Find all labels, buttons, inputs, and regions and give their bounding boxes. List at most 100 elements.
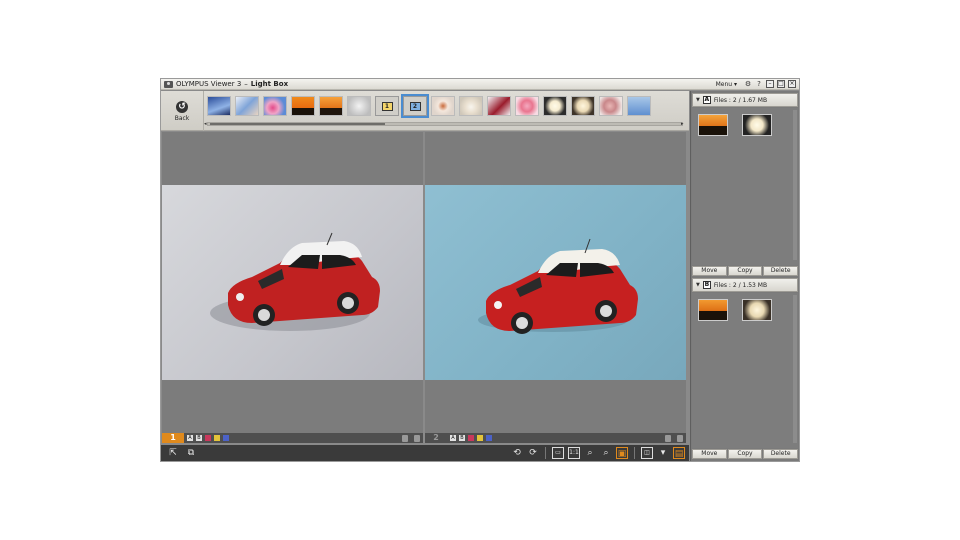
lock-view-icon[interactable]: ▣ (616, 447, 628, 459)
thumbnail[interactable] (291, 96, 315, 116)
box-a-files: Files : 2 / 1.67 MB (713, 96, 768, 104)
pane-1-photo (162, 185, 423, 380)
rating-red-icon[interactable] (468, 435, 474, 441)
thumbnail[interactable] (571, 96, 595, 116)
box-a-scrollbar[interactable] (793, 110, 797, 260)
mode-title: Light Box (250, 80, 289, 88)
box-b-area[interactable] (692, 293, 798, 448)
box-b-scrollbar[interactable] (793, 295, 797, 443)
tag-a-icon[interactable]: A (187, 435, 193, 441)
thumbnail-strip: 1 2 (207, 93, 689, 119)
title-separator: – (244, 80, 248, 88)
box-b-copy-button[interactable]: Copy (727, 449, 763, 459)
car-image-2 (478, 238, 638, 334)
pane-1-status-bar: 1 A B (162, 433, 423, 443)
close-icon[interactable]: × (788, 80, 796, 88)
lightbox-toggle-icon[interactable]: ▤ (673, 447, 685, 459)
app-logo-icon (164, 80, 173, 88)
box-a-copy-button[interactable]: Copy (727, 266, 763, 276)
viewer-marker-2[interactable]: 2 (401, 94, 429, 118)
title-bar: OLYMPUS Viewer 3 – Light Box Menu ▾ ⚙ ? … (161, 79, 799, 90)
app-title: OLYMPUS Viewer 3 (176, 80, 242, 88)
thumbnail[interactable] (347, 96, 371, 116)
box-a-thumbnail[interactable] (698, 114, 728, 136)
export-icon[interactable]: ⇱ (167, 447, 179, 459)
layout-dropdown-icon[interactable]: ▾ (657, 447, 669, 459)
box-b-header[interactable]: ▼ B Files : 2 / 1.53 MB (692, 278, 798, 292)
lock-icon[interactable] (665, 434, 671, 442)
strip-scrollbar[interactable] (207, 122, 683, 126)
menu-button[interactable]: Menu ▾ (716, 81, 737, 88)
thumbnail[interactable] (235, 96, 259, 116)
box-a-delete-button[interactable]: Delete (763, 266, 799, 276)
thumbnail[interactable] (543, 96, 567, 116)
box-b-move-button[interactable]: Move (692, 449, 727, 459)
app-window: OLYMPUS Viewer 3 – Light Box Menu ▾ ⚙ ? … (160, 78, 800, 462)
rating-red-icon[interactable] (205, 435, 211, 441)
car-image-1 (210, 232, 380, 331)
trash-icon[interactable] (677, 434, 683, 442)
box-b-letter: B (702, 281, 711, 289)
thumbnail[interactable] (515, 96, 539, 116)
thumbnail[interactable] (263, 96, 287, 116)
zoom-out-icon[interactable]: ⌕ (584, 447, 596, 459)
bottom-toolbar: ⇱ ⧉ ⟲ ⟳ ▭ 1:1 ⌕ ⌕ ▣ ◫ ▾ ▤ (161, 445, 689, 461)
tag-b-icon[interactable]: B (459, 435, 465, 441)
thumbnail[interactable] (431, 96, 455, 116)
back-arrow-icon: ↺ (176, 100, 188, 113)
box-b-files: Files : 2 / 1.53 MB (713, 281, 768, 289)
viewer-pane-2[interactable] (425, 132, 686, 433)
thumbnail-strip-row: ↺ Back 1 2 ◂ ▸ (161, 91, 689, 131)
back-button[interactable]: ↺ Back (161, 91, 204, 131)
box-a-area[interactable] (692, 108, 798, 265)
minimize-icon[interactable]: – (766, 80, 774, 88)
pane-1-number[interactable]: 1 (162, 433, 184, 443)
gear-icon[interactable]: ⚙ (744, 80, 752, 88)
trash-icon[interactable] (414, 434, 420, 442)
rating-blue-icon[interactable] (223, 435, 229, 441)
light-box-panel: ▼ A Files : 2 / 1.67 MB Move Copy Delete… (690, 91, 799, 461)
thumbnail[interactable] (627, 96, 651, 116)
viewer-pane-1[interactable] (162, 132, 423, 433)
help-icon[interactable]: ? (755, 80, 763, 88)
box-a-thumbnail[interactable] (742, 114, 772, 136)
strip-scrollbar-thumb[interactable] (210, 123, 385, 125)
lock-icon[interactable] (402, 434, 408, 442)
tag-a-icon[interactable]: A (450, 435, 456, 441)
tag-b-icon[interactable]: B (196, 435, 202, 441)
strip-scroll-right-icon[interactable]: ▸ (681, 121, 684, 127)
box-a-buttons: Move Copy Delete (692, 266, 799, 276)
box-b-buttons: Move Copy Delete (692, 449, 799, 459)
box-b-thumbnail[interactable] (698, 299, 728, 321)
rotate-left-icon[interactable]: ⟲ (511, 447, 523, 459)
rating-yellow-icon[interactable] (214, 435, 220, 441)
menu-label: Menu (715, 80, 733, 88)
pane-2-number[interactable]: 2 (425, 433, 447, 443)
zoom-1to1-button[interactable]: 1:1 (568, 447, 580, 459)
back-label: Back (174, 114, 190, 122)
fit-icon[interactable]: ▭ (552, 447, 564, 459)
layout-icon[interactable]: ◫ (641, 447, 653, 459)
copy-icon[interactable]: ⧉ (185, 447, 197, 459)
maximize-icon[interactable]: □ (777, 80, 785, 88)
collapse-icon[interactable]: ▼ (696, 282, 700, 288)
title-controls: Menu ▾ ⚙ ? – □ × (716, 80, 799, 88)
collapse-icon[interactable]: ▼ (696, 97, 700, 103)
thumbnail[interactable] (599, 96, 623, 116)
rotate-right-icon[interactable]: ⟳ (527, 447, 539, 459)
thumbnail[interactable] (319, 96, 343, 116)
thumbnail[interactable] (487, 96, 511, 116)
rating-blue-icon[interactable] (486, 435, 492, 441)
box-a-move-button[interactable]: Move (692, 266, 727, 276)
thumbnail[interactable] (207, 96, 231, 116)
box-b-delete-button[interactable]: Delete (763, 449, 799, 459)
thumbnail[interactable] (459, 96, 483, 116)
divider (634, 447, 635, 459)
rating-yellow-icon[interactable] (477, 435, 483, 441)
box-a-header[interactable]: ▼ A Files : 2 / 1.67 MB (692, 93, 798, 107)
marker-1-label: 1 (381, 101, 393, 111)
pane-2-status-bar: 2 A B (425, 433, 686, 443)
zoom-in-icon[interactable]: ⌕ (600, 447, 612, 459)
viewer-marker-1[interactable]: 1 (375, 96, 399, 116)
box-b-thumbnail[interactable] (742, 299, 772, 321)
